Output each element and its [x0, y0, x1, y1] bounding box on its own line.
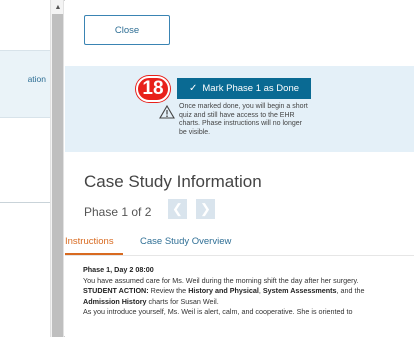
admission-history-link: Admission History [83, 296, 147, 306]
chevron-right-icon[interactable]: ❯ [196, 199, 215, 219]
mark-phase-done-label: Mark Phase 1 as Done [202, 83, 300, 94]
system-assessments-link: System Assessments [262, 286, 337, 295]
content-line: As you introduce yourself, Ms. Weil is a… [83, 307, 353, 316]
main-panel: Close 18 ✓ Mark Phase 1 as Done Once mar… [65, 0, 414, 337]
close-button[interactable]: Close [84, 15, 170, 45]
checkmark-icon: ✓ [188, 83, 198, 94]
mark-phase-done-button[interactable]: ✓ Mark Phase 1 as Done [177, 78, 311, 99]
left-nav-item[interactable]: ation [0, 50, 50, 118]
scrollbar[interactable]: ▲ [50, 0, 64, 337]
phase-heading: Phase 1, Day 2 08:00 [83, 265, 154, 274]
tabs-divider [65, 255, 414, 256]
student-action-label: STUDENT ACTION: [83, 286, 149, 295]
content-text: , and the [336, 286, 365, 295]
scroll-up-arrow-icon[interactable]: ▲ [51, 4, 65, 12]
left-nav: ation [0, 0, 50, 337]
admission-line: Admission History charts for Susan Weil. [83, 297, 409, 308]
student-action-line: STUDENT ACTION: Review the History and P… [83, 286, 409, 297]
mark-done-warning-text: Once marked done, you will begin a short… [179, 103, 308, 136]
scrollbar-thumb[interactable] [52, 14, 63, 337]
chevron-left-icon[interactable]: ❮ [168, 199, 187, 219]
left-nav-divider [0, 202, 50, 203]
step-badge: 18 [136, 76, 170, 102]
content-line: You have assumed care for Ms. Weil durin… [83, 275, 359, 285]
warning-icon [159, 105, 175, 119]
history-physical-link: History and Physical [188, 286, 259, 295]
tab-case-study-overview[interactable]: Case Study Overview [140, 236, 231, 247]
left-nav-item-label: ation [27, 74, 46, 84]
content-text: charts for Susan Weil. [146, 296, 219, 306]
page-title: Case Study Information [84, 172, 262, 191]
phase-indicator: Phase 1 of 2 [84, 205, 152, 219]
instructions-content: Phase 1, Day 2 08:00 You have assumed ca… [83, 265, 409, 318]
content-text: Review the [148, 286, 189, 295]
tab-instructions[interactable]: Instructions [65, 236, 114, 247]
